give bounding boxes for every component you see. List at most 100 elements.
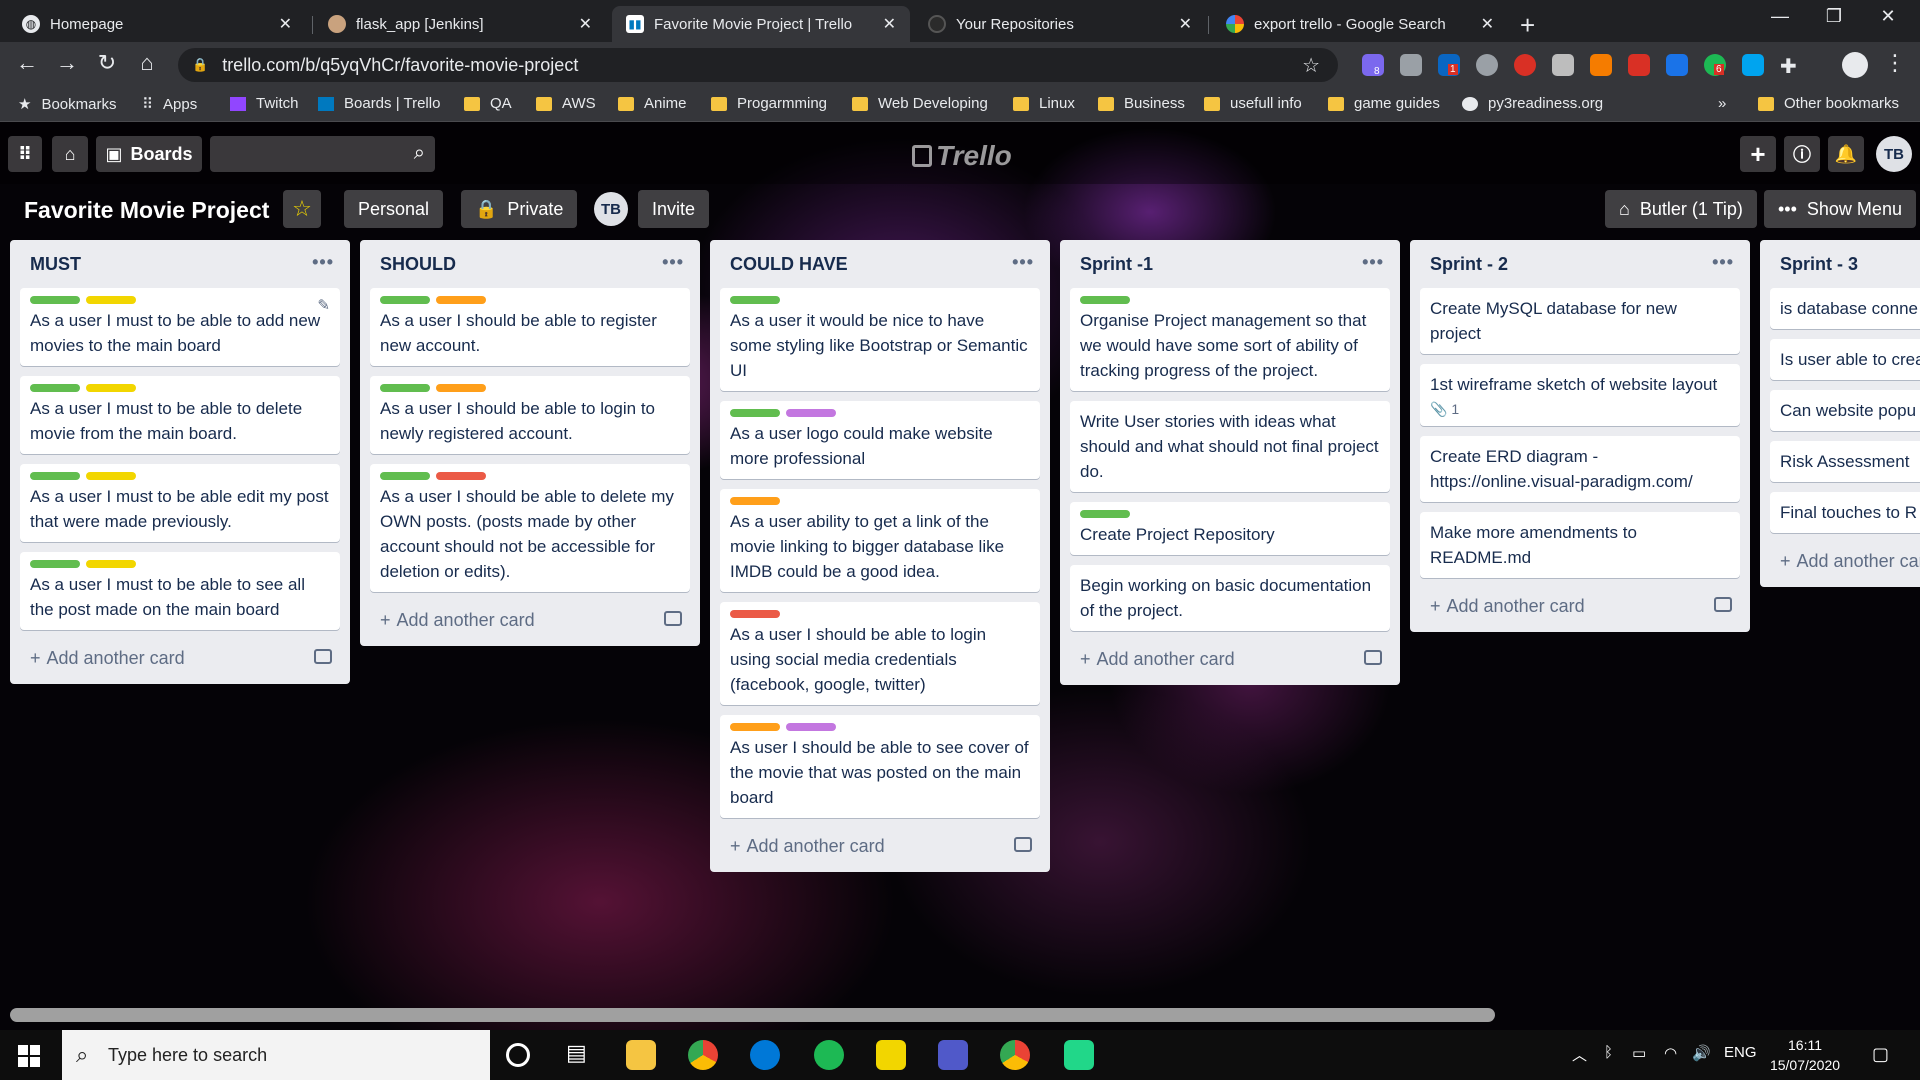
label-red[interactable] <box>436 472 486 480</box>
label-red[interactable] <box>730 610 780 618</box>
tray-expand-icon[interactable]: ︿ <box>1572 1044 1587 1065</box>
card[interactable]: As a user I should be able to login usin… <box>720 602 1040 705</box>
windows-start-icon[interactable] <box>18 1045 40 1067</box>
linkedin-icon[interactable]: 1 <box>1438 54 1460 76</box>
edge-icon[interactable] <box>750 1040 780 1070</box>
wifi-icon[interactable]: ◠ <box>1664 1044 1677 1062</box>
bookmark-folder[interactable]: Linux <box>1013 95 1075 112</box>
forward-icon[interactable]: → <box>52 50 82 76</box>
label-green[interactable] <box>380 472 430 480</box>
home-icon[interactable]: ⌂ <box>132 50 162 76</box>
butler-button[interactable]: ⌂ Butler (1 Tip) <box>1605 190 1757 228</box>
close-tab-icon[interactable]: ✕ <box>279 14 292 34</box>
chrome-icon[interactable] <box>688 1040 718 1070</box>
browser-menu-icon[interactable]: ⋮ <box>1880 50 1910 76</box>
close-tab-icon[interactable]: ✕ <box>579 14 592 34</box>
trello-search-input[interactable]: ⌕ <box>210 136 435 172</box>
card[interactable]: As user I should be able to see cover of… <box>720 715 1040 818</box>
card-template-icon[interactable] <box>1364 650 1382 665</box>
edit-card-icon[interactable]: ✎ <box>317 296 330 314</box>
battery-icon[interactable]: ▭ <box>1632 1044 1646 1062</box>
list-title[interactable]: MUST ••• <box>20 240 340 288</box>
label-green[interactable] <box>730 296 780 304</box>
bookmark-star-icon[interactable]: ☆ <box>1302 53 1320 78</box>
taskbar-clock[interactable]: 16:11 15/07/2020 <box>1760 1035 1850 1075</box>
bookmark-item[interactable]: py3readiness.org <box>1462 95 1603 112</box>
add-card-button[interactable]: + Add another card <box>20 640 340 676</box>
card[interactable]: As a user I must to be able to delete mo… <box>20 376 340 454</box>
card[interactable]: Risk Assessment <box>1770 441 1920 482</box>
card-template-icon[interactable] <box>314 649 332 664</box>
bluetooth-icon[interactable]: ᛒ <box>1604 1044 1613 1061</box>
list-menu-icon[interactable]: ••• <box>1712 252 1734 273</box>
windows-icon[interactable] <box>1742 54 1764 76</box>
extension-icon[interactable] <box>1400 54 1422 76</box>
card[interactable]: Can website popu request by user? <box>1770 390 1920 431</box>
extension-icon[interactable]: 8 <box>1362 54 1384 77</box>
extension-icon[interactable] <box>1514 54 1536 76</box>
label-green[interactable] <box>30 472 80 480</box>
notifications-icon[interactable]: 🔔 <box>1828 136 1864 172</box>
label-orange[interactable] <box>436 296 486 304</box>
card[interactable]: Is user able to crea log in using same <box>1770 339 1920 380</box>
label-yellow[interactable] <box>86 472 136 480</box>
restore-icon[interactable]: ❐ <box>1814 6 1854 27</box>
card[interactable]: As a user I must to be able to see all t… <box>20 552 340 630</box>
card[interactable]: As a user I should be able to register n… <box>370 288 690 366</box>
card[interactable]: is database conne and working ok? <box>1770 288 1920 329</box>
label-yellow[interactable] <box>86 384 136 392</box>
list-title[interactable]: Sprint - 2 ••• <box>1420 240 1740 288</box>
bookmark-folder[interactable]: Anime <box>618 95 687 112</box>
card-template-icon[interactable] <box>1014 837 1032 852</box>
tab-google[interactable]: export trello - Google Search ✕ <box>1212 6 1508 42</box>
card[interactable]: As a user I must to be able to add new m… <box>20 288 340 366</box>
spotify-icon[interactable] <box>814 1040 844 1070</box>
sticky-notes-icon[interactable] <box>876 1040 906 1070</box>
bookmark-folder[interactable]: game guides <box>1328 95 1440 112</box>
horizontal-scrollbar[interactable] <box>10 1008 1495 1022</box>
info-icon[interactable]: ⓘ <box>1784 136 1820 172</box>
youtube-icon[interactable] <box>1628 54 1650 76</box>
label-orange[interactable] <box>730 497 780 505</box>
label-green[interactable] <box>380 384 430 392</box>
label-green[interactable] <box>1080 510 1130 518</box>
label-green[interactable] <box>730 409 780 417</box>
card-template-icon[interactable] <box>664 611 682 626</box>
label-purple[interactable] <box>786 409 836 417</box>
trello-logo[interactable]: Trello <box>912 140 1012 172</box>
label-yellow[interactable] <box>86 296 136 304</box>
taskbar-search-input[interactable]: ⌕ Type here to search <box>62 1030 490 1080</box>
card[interactable]: Organise Project management so that we w… <box>1070 288 1390 391</box>
chrome-active-icon[interactable] <box>1000 1040 1030 1070</box>
list-title[interactable]: COULD HAVE ••• <box>720 240 1040 288</box>
list-menu-icon[interactable]: ••• <box>1012 252 1034 273</box>
bookmark-folder[interactable]: Web Developing <box>852 95 988 112</box>
board-title[interactable]: Favorite Movie Project <box>24 197 269 224</box>
board-member-avatar[interactable]: TB <box>594 192 628 226</box>
bookmark-item[interactable]: Boards | Trello <box>318 95 440 112</box>
rss-icon[interactable] <box>1590 54 1612 76</box>
card[interactable]: Make more amendments to README.md <box>1420 512 1740 578</box>
bookmark-item[interactable]: ★ Bookmarks <box>18 95 116 114</box>
close-tab-icon[interactable]: ✕ <box>1481 14 1494 34</box>
label-green[interactable] <box>30 296 80 304</box>
label-orange[interactable] <box>730 723 780 731</box>
list-menu-icon[interactable]: ••• <box>312 252 334 273</box>
teams-icon[interactable] <box>938 1040 968 1070</box>
visibility-button[interactable]: 🔒 Private <box>461 190 578 228</box>
card[interactable]: As a user I must to be able edit my post… <box>20 464 340 542</box>
label-orange[interactable] <box>436 384 486 392</box>
tab-homepage[interactable]: ◍ Homepage ✕ <box>8 6 306 42</box>
language-indicator[interactable]: ENG <box>1724 1044 1757 1061</box>
extension-icon[interactable] <box>1552 54 1574 76</box>
bookmark-item[interactable]: Twitch <box>230 95 299 112</box>
card[interactable]: As a user I should be able to delete my … <box>370 464 690 592</box>
card[interactable]: As a user I should be able to login to n… <box>370 376 690 454</box>
add-card-button[interactable]: + Add another card <box>1420 588 1740 624</box>
back-icon[interactable]: ← <box>12 50 42 76</box>
bookmark-folder[interactable]: QA <box>464 95 512 112</box>
card[interactable]: Create ERD diagram - https://online.visu… <box>1420 436 1740 502</box>
card[interactable]: Create MySQL database for new project <box>1420 288 1740 354</box>
home-button[interactable]: ⌂ <box>52 136 88 172</box>
pycharm-icon[interactable] <box>1064 1040 1094 1070</box>
